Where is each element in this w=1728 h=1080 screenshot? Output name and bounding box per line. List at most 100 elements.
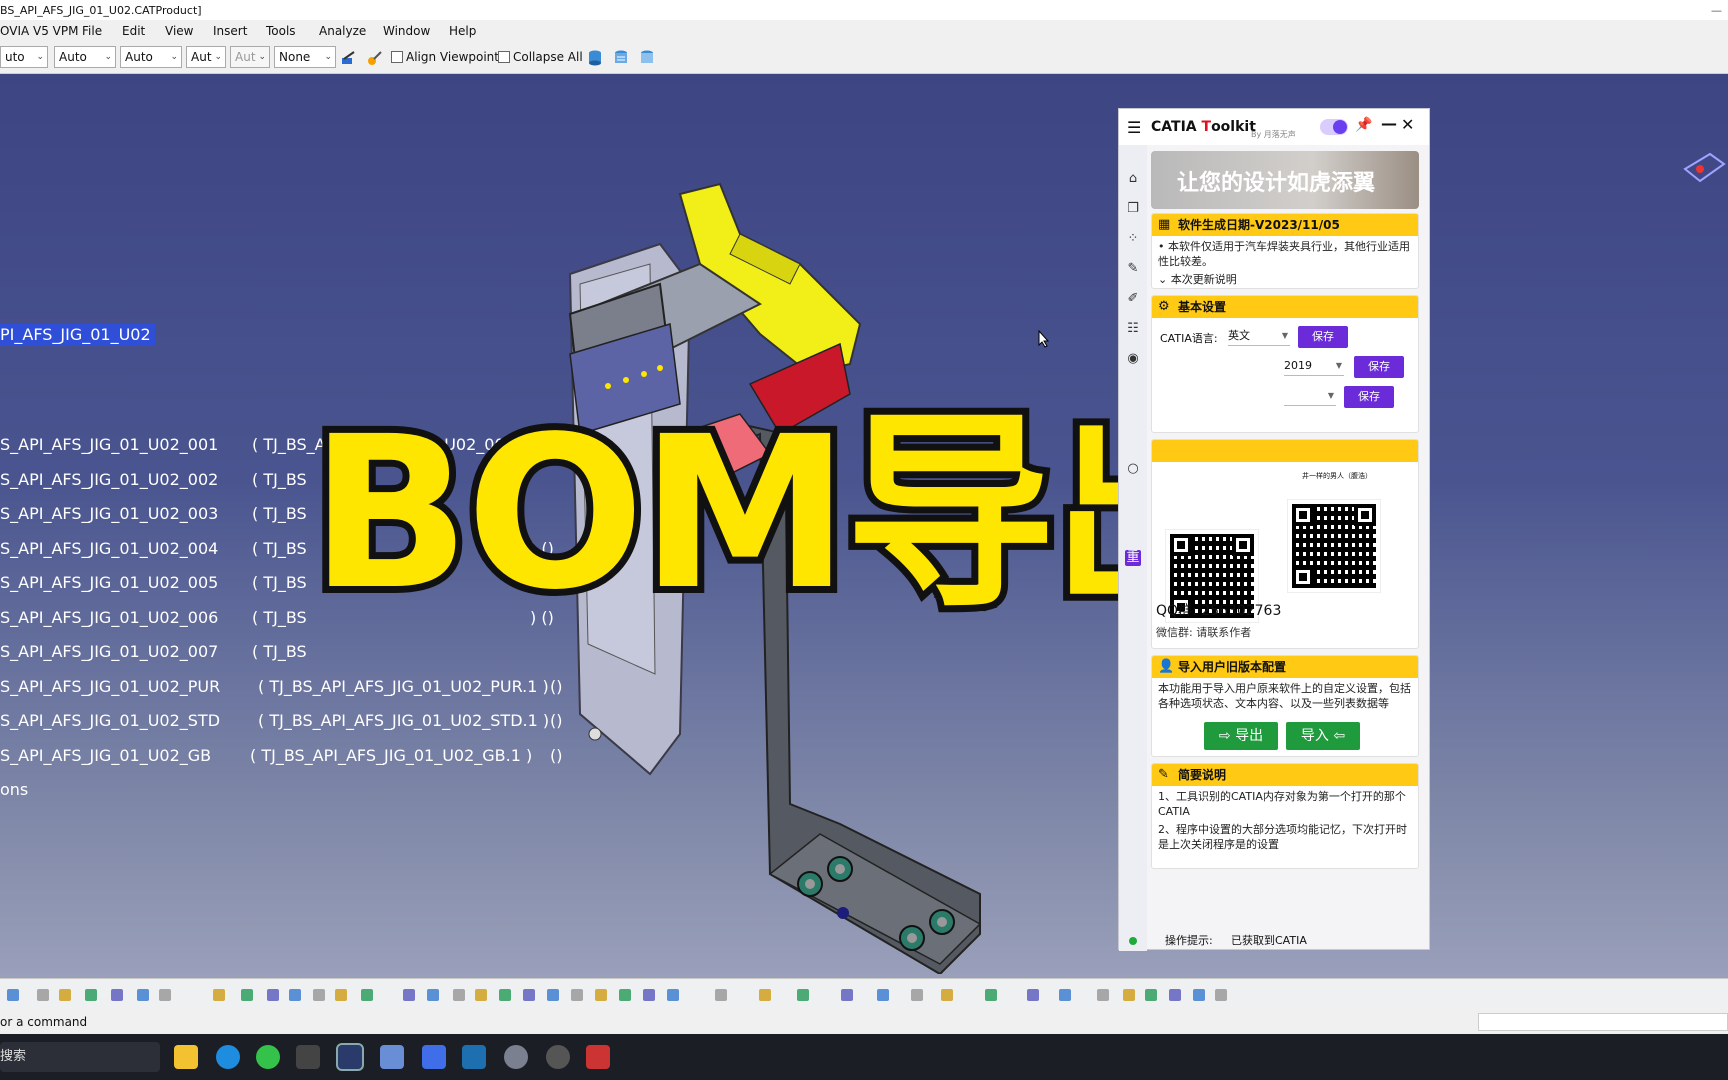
option-select[interactable]: ▼ [1284, 386, 1336, 406]
tree-node-applications[interactable]: ons [0, 779, 28, 801]
nodes-icon[interactable]: ⁘ [1125, 231, 1141, 247]
edit-icon[interactable]: ✐ [1125, 291, 1141, 307]
menu-window[interactable]: Window [383, 20, 430, 42]
rotate-part-icon[interactable] [1024, 986, 1042, 1004]
align-viewpoint-checkbox[interactable] [391, 51, 403, 63]
undo-icon[interactable] [108, 986, 126, 1004]
pin-icon[interactable]: 📌 [1355, 117, 1372, 133]
manipulate-icon[interactable] [712, 986, 730, 1004]
tree-icon[interactable] [1190, 986, 1208, 1004]
terminal-icon[interactable] [296, 1045, 320, 1069]
info-icon[interactable]: ○ [1125, 461, 1141, 477]
wechat-icon[interactable] [256, 1045, 280, 1069]
taskbar-search[interactable]: 搜索 [0, 1042, 160, 1072]
fit-all-icon[interactable] [424, 986, 442, 1004]
export-config-button[interactable]: ⇨ 导出 [1204, 722, 1278, 750]
help-icon[interactable] [156, 986, 174, 1004]
hide-show-icon[interactable] [640, 986, 658, 1004]
update-notes-link[interactable]: ⌄ 本次更新说明 [1152, 272, 1418, 288]
database-list-icon[interactable] [612, 49, 630, 67]
settings-icon[interactable] [504, 1045, 528, 1069]
hamburger-menu-icon[interactable]: ☰ [1127, 118, 1141, 137]
app-circle-icon[interactable] [546, 1045, 570, 1069]
save-version-button[interactable]: 保存 [1354, 356, 1404, 378]
tree-root-node[interactable]: PI_AFS_JIG_01_U02 [0, 324, 155, 346]
command-input[interactable] [1478, 1013, 1728, 1031]
explode-icon[interactable] [794, 986, 812, 1004]
sectioning-icon[interactable] [874, 986, 892, 1004]
save-option-button[interactable]: 保存 [1344, 386, 1394, 408]
edge-icon[interactable] [216, 1045, 240, 1069]
home-icon[interactable]: ⌂ [1125, 171, 1141, 187]
color-combo[interactable]: uto ⌄ [0, 46, 48, 68]
cut-icon[interactable] [34, 986, 52, 1004]
menu-view[interactable]: View [165, 20, 193, 42]
swap-icon[interactable] [664, 986, 682, 1004]
database-icon[interactable] [586, 49, 604, 67]
redo-icon[interactable] [134, 986, 152, 1004]
snap-icon[interactable] [756, 986, 774, 1004]
rotate-icon[interactable] [472, 986, 490, 1004]
graph-icon[interactable] [310, 986, 328, 1004]
app-blue-icon[interactable] [422, 1045, 446, 1069]
app-chart-icon[interactable] [380, 1045, 404, 1069]
plane2-icon[interactable] [1120, 986, 1138, 1004]
compass-icon[interactable] [1680, 129, 1728, 199]
chart-icon[interactable] [1166, 986, 1184, 1004]
minimize-icon[interactable]: — [1381, 114, 1397, 133]
3d-viewport[interactable]: S_API_AFS_JIG_01_U02_001 ( TJ_BS_API_AFS_… [0, 74, 1728, 978]
rocket-icon[interactable] [586, 1045, 610, 1069]
save-icon[interactable] [4, 986, 22, 1004]
measure-icon[interactable] [908, 986, 926, 1004]
formula-icon[interactable] [210, 986, 228, 1004]
iso-view-icon[interactable] [592, 986, 610, 1004]
paste-icon[interactable] [82, 986, 100, 1004]
copy-icon[interactable]: ❐ [1125, 201, 1141, 217]
transparency-combo[interactable]: Auto ⌄ [54, 46, 116, 68]
line-type-combo[interactable]: Aut ⌄ [186, 46, 226, 68]
tools-icon[interactable] [264, 986, 282, 1004]
menu-help[interactable]: Help [449, 20, 476, 42]
comment-icon[interactable] [238, 986, 256, 1004]
list-icon[interactable]: ☷ [1125, 321, 1141, 337]
version-select[interactable]: 2019 ▼ [1284, 356, 1344, 376]
menu-file[interactable]: File [82, 20, 102, 42]
normal-view-icon[interactable] [544, 986, 562, 1004]
multi-view-icon[interactable] [568, 986, 586, 1004]
pen-icon[interactable]: ✎ [1125, 261, 1141, 277]
shading-icon[interactable] [616, 986, 634, 1004]
clash-icon[interactable] [838, 986, 856, 1004]
minimize-icon[interactable]: — [1711, 0, 1722, 22]
sidebar-tag[interactable]: 重 [1125, 550, 1141, 566]
bom-icon[interactable] [1142, 986, 1160, 1004]
measure-item-icon[interactable] [938, 986, 956, 1004]
collapse-all-checkbox[interactable] [498, 51, 510, 63]
pan-icon[interactable] [400, 986, 418, 1004]
camera-icon[interactable] [982, 986, 1000, 1004]
menu-analyze[interactable]: Analyze [319, 20, 366, 42]
zoom-out-icon[interactable] [520, 986, 538, 1004]
constraint-icon[interactable] [332, 986, 350, 1004]
table-icon[interactable] [286, 986, 304, 1004]
menu-insert[interactable]: Insert [213, 20, 247, 42]
move-icon[interactable] [450, 986, 468, 1004]
catia-icon[interactable] [336, 1043, 364, 1071]
brush-icon[interactable] [366, 49, 384, 67]
import-config-button[interactable]: 导入 ⇦ [1286, 722, 1360, 750]
zoom-in-icon[interactable] [496, 986, 514, 1004]
grid-icon[interactable] [1212, 986, 1230, 1004]
file-explorer-icon[interactable] [174, 1045, 198, 1069]
database-query-icon[interactable] [638, 49, 656, 67]
plane-icon[interactable] [1094, 986, 1112, 1004]
copy-icon[interactable] [56, 986, 74, 1004]
palette-icon[interactable]: ◉ [1125, 351, 1141, 367]
menu-edit[interactable]: Edit [122, 20, 145, 42]
theme-toggle[interactable] [1320, 119, 1348, 135]
line-thickness-combo[interactable]: Auto ⌄ [120, 46, 182, 68]
app-window-icon[interactable] [462, 1045, 486, 1069]
catalog-icon[interactable] [358, 986, 376, 1004]
close-icon[interactable]: ✕ [1401, 115, 1414, 134]
language-select[interactable]: 英文 ▼ [1228, 326, 1290, 346]
cycle-icon[interactable] [1056, 986, 1074, 1004]
save-language-button[interactable]: 保存 [1298, 326, 1348, 348]
